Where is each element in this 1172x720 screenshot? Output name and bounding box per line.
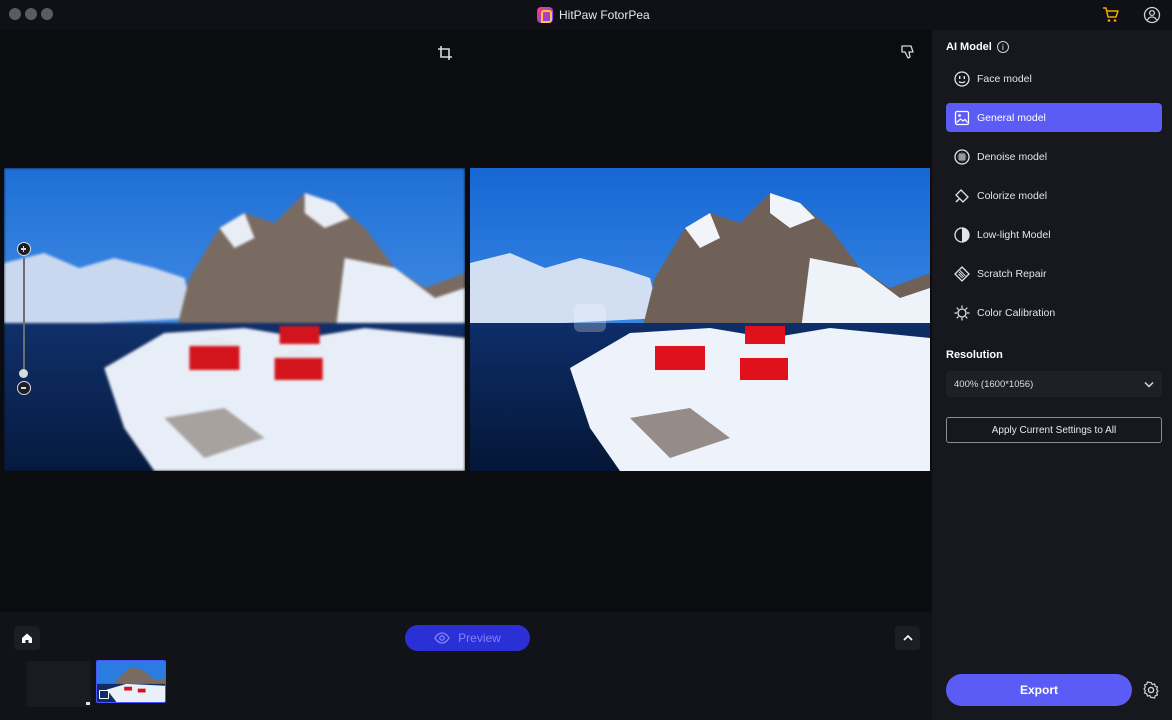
model-color-calibration[interactable]: Color Calibration (946, 298, 1162, 327)
chevron-down-icon (1144, 381, 1154, 388)
model-denoise[interactable]: Denoise model (946, 142, 1162, 171)
model-general[interactable]: General model (946, 103, 1162, 132)
lowlight-icon (954, 226, 970, 243)
ai-model-title-text: AI Model (946, 41, 992, 53)
model-colorize-label: Colorize model (977, 189, 1048, 202)
calibration-icon (954, 305, 970, 320)
preview-label: Preview (458, 631, 501, 645)
model-general-label: General model (977, 111, 1046, 124)
model-calibration-label: Color Calibration (977, 306, 1056, 319)
home-button[interactable] (14, 626, 40, 650)
model-scratch-repair[interactable]: Scratch Repair (946, 259, 1162, 288)
chevron-up-icon (902, 634, 913, 641)
app-logo (537, 7, 553, 23)
original-image (4, 168, 465, 471)
app-title-text: HitPaw FotorPea (559, 8, 650, 22)
app-window: HitPaw FotorPea Preview AI Model i Face … (0, 0, 1172, 720)
model-scratch-label: Scratch Repair (977, 267, 1047, 280)
resolution-select[interactable]: 400% (1600*1056) (946, 371, 1162, 397)
minimize-window-button[interactable] (25, 8, 37, 20)
cart-icon[interactable] (1102, 6, 1120, 24)
info-icon[interactable]: i (996, 41, 1009, 53)
original-landscape-image (4, 168, 465, 471)
gear-icon[interactable] (1142, 681, 1160, 699)
zoom-slider-track[interactable] (23, 258, 25, 370)
export-button[interactable]: Export (946, 674, 1132, 706)
zoom-slider-handle[interactable] (19, 369, 28, 378)
zoom-in-button[interactable] (17, 242, 31, 256)
scratch-icon (954, 265, 970, 282)
image-type-icon (99, 690, 109, 699)
model-lowlight-label: Low-light Model (977, 228, 1051, 241)
collapse-filmstrip-button[interactable] (895, 626, 920, 650)
zoom-out-button[interactable] (17, 381, 31, 395)
dislike-icon[interactable] (900, 44, 916, 60)
model-denoise-label: Denoise model (977, 150, 1048, 163)
model-lowlight[interactable]: Low-light Model (946, 220, 1162, 249)
eye-icon (434, 632, 450, 644)
close-window-button[interactable] (9, 8, 21, 20)
model-face-label: Face model (977, 72, 1032, 85)
app-title: HitPaw FotorPea (537, 6, 650, 24)
model-face[interactable]: Face model (946, 64, 1162, 93)
enhanced-image (470, 168, 930, 471)
denoise-icon (954, 148, 970, 165)
model-colorize[interactable]: Colorize model (946, 181, 1162, 210)
thumbnail-placeholder[interactable] (27, 661, 91, 707)
face-icon (954, 70, 970, 87)
resolution-title: Resolution (946, 349, 1003, 361)
zoom-window-button[interactable] (41, 8, 53, 20)
home-icon (22, 633, 32, 643)
image-icon (954, 110, 970, 125)
apply-to-all-button[interactable]: Apply Current Settings to All (946, 417, 1162, 443)
ai-model-title: AI Model i (946, 41, 1009, 53)
user-account-icon[interactable] (1143, 6, 1161, 24)
preview-button[interactable]: Preview (405, 625, 530, 651)
resolution-value: 400% (1600*1056) (954, 378, 1034, 390)
thumbnail-indicator (86, 702, 90, 705)
colorize-icon (955, 188, 969, 203)
crop-icon[interactable] (437, 45, 453, 61)
enhanced-landscape-image (470, 168, 930, 471)
